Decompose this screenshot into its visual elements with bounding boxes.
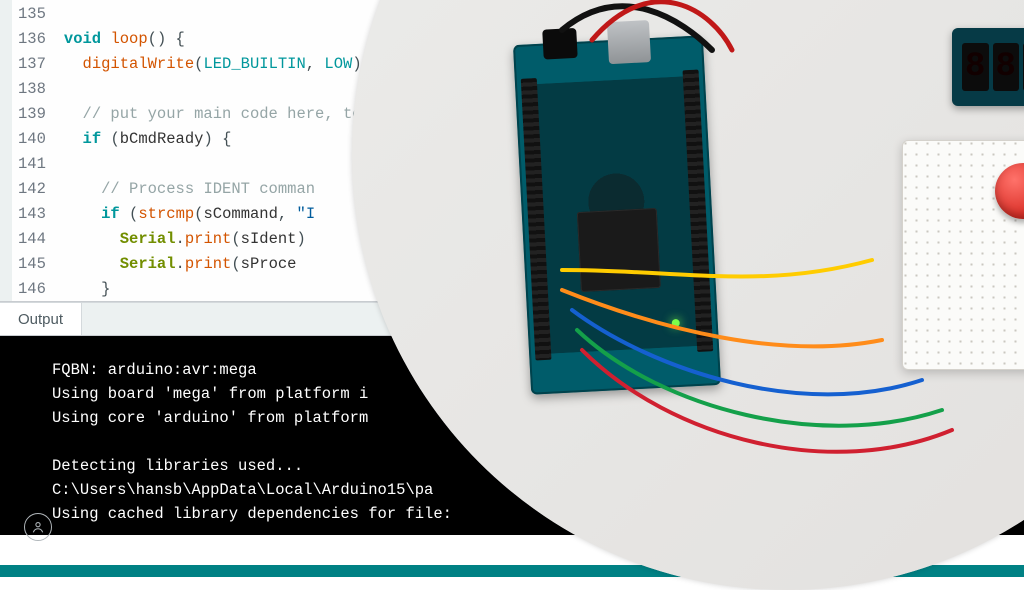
line-number: 135 xyxy=(18,2,46,27)
code-line[interactable]: if (bCmdReady) { xyxy=(64,127,371,152)
seven-seg-digit: 8 xyxy=(962,43,989,91)
line-number: 143 xyxy=(18,202,46,227)
breadboard xyxy=(902,140,1024,370)
line-number: 144 xyxy=(18,227,46,252)
code-line[interactable] xyxy=(64,152,371,177)
code-line[interactable]: } xyxy=(64,277,371,302)
line-number-gutter: 135136137138139140141142143144145146 xyxy=(12,0,62,301)
power-jack xyxy=(542,28,578,60)
hardware-photo: 88888296 xyxy=(352,0,1024,590)
line-number: 137 xyxy=(18,52,46,77)
line-number: 138 xyxy=(18,77,46,102)
code-line[interactable]: Serial.print(sIdent) xyxy=(64,227,371,252)
seven-seg-digit: 8 xyxy=(993,43,1020,91)
code-line[interactable]: // put your main code here, to xyxy=(64,102,371,127)
line-number: 141 xyxy=(18,152,46,177)
line-number: 139 xyxy=(18,102,46,127)
tab-output[interactable]: Output xyxy=(0,303,82,335)
seven-segment-display: 88888296 xyxy=(952,28,1024,106)
profile-icon[interactable] xyxy=(24,513,52,541)
code-line[interactable] xyxy=(64,77,371,102)
line-number: 140 xyxy=(18,127,46,152)
line-number: 145 xyxy=(18,252,46,277)
usb-connector xyxy=(607,20,651,64)
arduino-mega-board xyxy=(513,35,721,394)
code-line[interactable]: Serial.print(sProce xyxy=(64,252,371,277)
code-line[interactable] xyxy=(64,2,371,27)
code-content[interactable]: void loop() { digitalWrite(LED_BUILTIN, … xyxy=(62,0,371,301)
board-power-led xyxy=(672,319,680,327)
line-number: 146 xyxy=(18,277,46,302)
line-number: 142 xyxy=(18,177,46,202)
code-line[interactable]: digitalWrite(LED_BUILTIN, LOW); xyxy=(64,52,371,77)
code-line[interactable]: void loop() { xyxy=(64,27,371,52)
line-number: 136 xyxy=(18,27,46,52)
code-line[interactable]: if (strcmp(sCommand, "I xyxy=(64,202,371,227)
editor-left-margin xyxy=(0,0,12,301)
code-line[interactable]: // Process IDENT comman xyxy=(64,177,371,202)
red-push-button xyxy=(995,163,1024,219)
